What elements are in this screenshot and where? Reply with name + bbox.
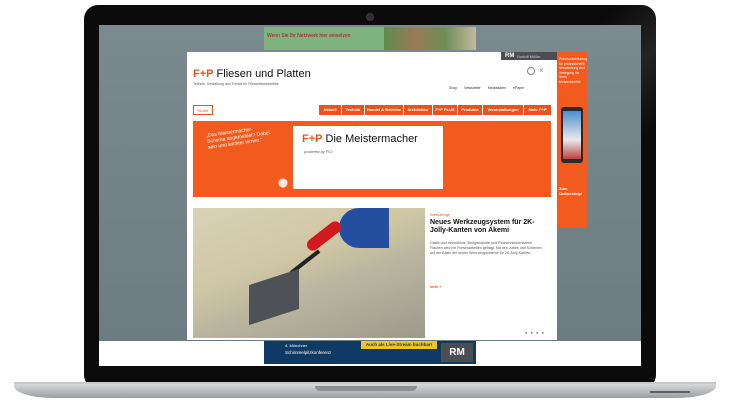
article-title[interactable]: Neues Werkzeugsystem für 2K-Jolly-Kanten… [430, 219, 545, 235]
phone-screen [563, 111, 581, 159]
publisher-badge[interactable]: RM [505, 53, 514, 59]
tool-sleeve [339, 208, 389, 248]
nav-item-mehr[interactable]: Mehr F+P [524, 105, 551, 115]
publisher-name[interactable]: Rudolf Müller [517, 54, 541, 59]
bottom-ad-line1: 4. Münchner [285, 343, 308, 348]
nav-item-architektur[interactable]: Architektur [404, 105, 432, 115]
laptop-notch [315, 386, 417, 391]
site-logo[interactable]: F+P Fliesen und Platten [193, 68, 311, 80]
search-icon[interactable] [527, 67, 535, 75]
article-more-link[interactable]: mehr » [430, 285, 441, 289]
logo-prefix: F+P [193, 68, 214, 80]
carousel-pager[interactable]: ● ● ● ● [525, 330, 545, 335]
promo-title-text: Die Meistermacher [325, 133, 418, 145]
nav-home[interactable]: Home [193, 105, 213, 115]
link-mediadaten[interactable]: Mediadaten [488, 86, 506, 90]
close-icon[interactable]: × [539, 66, 544, 75]
nav-item-technik[interactable]: Technik [342, 105, 364, 115]
site-tagline: Technik, Gestaltung und Trends für Flies… [193, 82, 279, 86]
nav-item-plus[interactable]: F+P PLUS [433, 105, 457, 115]
bottom-ad-line2: Schimmelpilzkonferenz [285, 350, 332, 355]
laptop-screen: Wenn Sie Ihr Netzwerk hier einsetzen RM … [99, 25, 641, 366]
nav-item-handel[interactable]: Handel & Betriebe [365, 105, 403, 115]
side-ad-text: Premiumwerkzeug für professionelle Verar… [559, 57, 588, 84]
article-body: Glatte und einheitliche, fließgemachte u… [430, 241, 542, 255]
bottom-ad-rm-logo: RM [441, 343, 473, 362]
bottom-ad-live: Auch als Live-Stream buchbar! [361, 341, 437, 349]
promo-subtitle: powered by PCI [304, 149, 333, 154]
article-category: Werkzeuge [430, 212, 451, 217]
link-newsletter[interactable]: Newsletter [464, 86, 481, 90]
nav-item-produkte[interactable]: Produkte [458, 105, 482, 115]
promo-title: F+P Die Meistermacher [302, 133, 418, 145]
webcam-icon [366, 13, 374, 21]
link-shop[interactable]: Shop [449, 86, 457, 90]
nav-item-veranstaltungen[interactable]: Veranstaltungen [483, 105, 523, 115]
logo-name: Fliesen und Platten [216, 68, 311, 80]
top-ad-text[interactable]: Wenn Sie Ihr Netzwerk hier einsetzen [267, 33, 351, 39]
promo-title-prefix: F+P [302, 133, 323, 145]
nav-item-aktuell[interactable]: Aktuell [319, 105, 341, 115]
link-epaper[interactable]: ePaper [513, 86, 524, 90]
top-ad-image[interactable] [384, 27, 476, 50]
side-ad-cta[interactable]: Zum Onlineshop! [559, 186, 587, 196]
utility-links: Shop Newsletter Mediadaten ePaper [449, 86, 530, 90]
article-image[interactable] [193, 208, 425, 338]
laptop-rim [650, 391, 690, 393]
